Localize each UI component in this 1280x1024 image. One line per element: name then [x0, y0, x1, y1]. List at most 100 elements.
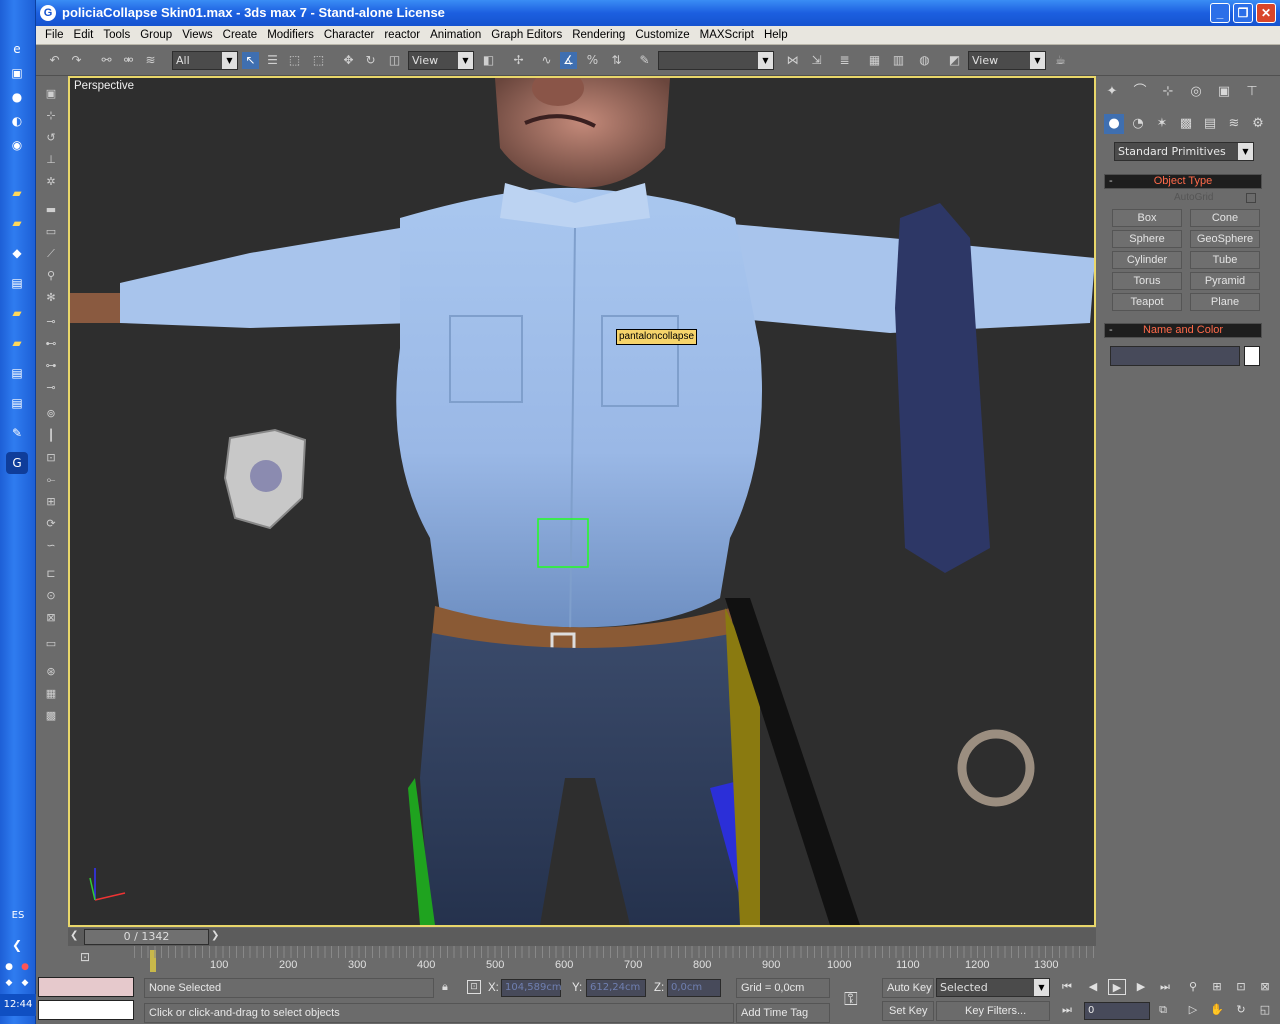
- geometry-icon[interactable]: ●: [1104, 114, 1124, 134]
- box-button[interactable]: Box: [1112, 209, 1182, 227]
- systems-icon[interactable]: ⚙: [1248, 114, 1268, 134]
- tool-icon[interactable]: ⟳: [42, 516, 60, 532]
- spacewarps-icon[interactable]: ≋: [1224, 114, 1244, 134]
- minimize-button[interactable]: _: [1210, 3, 1230, 23]
- tube-button[interactable]: Tube: [1190, 251, 1260, 269]
- firefox-icon[interactable]: ●: [6, 86, 28, 108]
- menu-modifiers[interactable]: Modifiers: [262, 26, 319, 45]
- close-button[interactable]: ✕: [1256, 3, 1276, 23]
- menu-edit[interactable]: Edit: [69, 26, 99, 45]
- tool-icon[interactable]: ⊷: [42, 336, 60, 352]
- tool-icon[interactable]: ▭: [42, 636, 60, 652]
- tool-icon[interactable]: ⊙: [42, 588, 60, 604]
- menu-graph-editors[interactable]: Graph Editors: [486, 26, 567, 45]
- mini-curve-icon[interactable]: ⊡: [80, 950, 90, 964]
- menu-rendering[interactable]: Rendering: [567, 26, 630, 45]
- rotate-icon[interactable]: ↻: [362, 52, 379, 69]
- current-frame-input[interactable]: 0: [1084, 1002, 1150, 1020]
- quick-render-icon[interactable]: ☕: [1052, 52, 1069, 69]
- document-icon[interactable]: ▤: [6, 272, 28, 294]
- tool-icon[interactable]: ⚲: [42, 268, 60, 284]
- menu-views[interactable]: Views: [177, 26, 217, 45]
- tool-icon[interactable]: ⊠: [42, 610, 60, 626]
- next-frame-icon[interactable]: ❯: [211, 930, 219, 941]
- next-frame-icon[interactable]: ▶: [1132, 979, 1150, 995]
- category-dropdown[interactable]: Standard Primitives ▼: [1114, 142, 1254, 161]
- menu-reactor[interactable]: reactor: [379, 26, 425, 45]
- tool-icon[interactable]: ⊡: [42, 450, 60, 466]
- create-tab-icon[interactable]: ✦: [1102, 82, 1122, 102]
- folder-icon[interactable]: ▰: [6, 182, 28, 204]
- rect-selection-icon[interactable]: ⬚: [286, 52, 303, 69]
- maximize-viewport-icon[interactable]: ◱: [1256, 1002, 1274, 1018]
- messenger-icon[interactable]: ◐: [6, 110, 28, 132]
- display-tab-icon[interactable]: ▣: [1214, 82, 1234, 102]
- render-type-dropdown[interactable]: View ▼: [968, 51, 1046, 70]
- tray-icon[interactable]: ◆: [20, 972, 30, 994]
- motion-tab-icon[interactable]: ◎: [1186, 82, 1206, 102]
- app-icon[interactable]: ◉: [6, 134, 28, 156]
- menu-customize[interactable]: Customize: [630, 26, 694, 45]
- menu-maxscript[interactable]: MAXScript: [695, 26, 759, 45]
- y-coordinate-input[interactable]: 612,24cm: [586, 979, 646, 997]
- key-filters-button[interactable]: Key Filters...: [936, 1001, 1050, 1021]
- object-name-input[interactable]: [1110, 346, 1240, 366]
- cone-button[interactable]: Cone: [1190, 209, 1260, 227]
- snap-icon[interactable]: ∿: [538, 52, 555, 69]
- add-time-tag-button[interactable]: Add Time Tag: [736, 1003, 830, 1023]
- field-of-view-icon[interactable]: ▷: [1184, 1002, 1202, 1018]
- viewport-label[interactable]: Perspective: [74, 80, 134, 92]
- tool-icon[interactable]: ∽: [42, 538, 60, 554]
- folder-icon[interactable]: ▰: [6, 212, 28, 234]
- maximize-button[interactable]: ❐: [1233, 3, 1253, 23]
- lock-icon[interactable]: 🔒︎: [442, 980, 448, 994]
- title-bar[interactable]: G policiaCollapse Skin01.max - 3ds max 7…: [36, 0, 1280, 26]
- ie-icon[interactable]: e: [6, 38, 28, 60]
- key-mode-toggle-icon[interactable]: ⏭: [1058, 1002, 1076, 1018]
- pyramid-button[interactable]: Pyramid: [1190, 272, 1260, 290]
- prev-frame-icon[interactable]: ❮: [70, 930, 78, 941]
- pan-icon[interactable]: ✋: [1208, 1002, 1226, 1018]
- maxscript-listener-white[interactable]: [38, 1000, 134, 1020]
- menu-character[interactable]: Character: [319, 26, 380, 45]
- window-icon[interactable]: ◆: [6, 242, 28, 264]
- tool-icon[interactable]: ⊶: [42, 358, 60, 374]
- zoom-all-icon[interactable]: ⊞: [1208, 979, 1226, 995]
- tool-icon[interactable]: ⟋: [42, 246, 60, 262]
- window-crossing-icon[interactable]: ⬚: [310, 52, 327, 69]
- tool-icon[interactable]: ▭: [42, 224, 60, 240]
- tool-icon[interactable]: ✲: [42, 174, 60, 190]
- spinner-snap-icon[interactable]: ⇅: [608, 52, 625, 69]
- tool-icon[interactable]: ✻: [42, 290, 60, 306]
- hierarchy-tab-icon[interactable]: ⊹: [1158, 82, 1178, 102]
- back-icon[interactable]: ❮: [6, 934, 28, 956]
- scale-icon[interactable]: ◫: [386, 52, 403, 69]
- auto-key-button[interactable]: Auto Key: [882, 978, 934, 998]
- percent-snap-icon[interactable]: %: [584, 52, 601, 69]
- 3dsmax-icon[interactable]: G: [6, 452, 28, 474]
- plane-button[interactable]: Plane: [1190, 293, 1260, 311]
- menu-create[interactable]: Create: [218, 26, 263, 45]
- x-coordinate-input[interactable]: 104,589cm: [501, 979, 562, 997]
- sphere-button[interactable]: Sphere: [1112, 230, 1182, 248]
- play-icon[interactable]: ▶: [1108, 979, 1126, 995]
- named-selection-icon[interactable]: ✎: [636, 52, 653, 69]
- menu-help[interactable]: Help: [759, 26, 793, 45]
- key-mode-dropdown[interactable]: Selected ▼: [936, 978, 1050, 997]
- move-icon[interactable]: ✥: [340, 52, 357, 69]
- select-object-icon[interactable]: ↖: [242, 52, 259, 69]
- lights-icon[interactable]: ✶: [1152, 114, 1172, 134]
- cameras-icon[interactable]: ▩: [1176, 114, 1196, 134]
- select-manipulate-icon[interactable]: ✢: [510, 52, 527, 69]
- utilities-tab-icon[interactable]: ⊤: [1242, 82, 1262, 102]
- object-type-rollout[interactable]: - Object Type: [1104, 174, 1262, 189]
- tool-icon[interactable]: ▦: [42, 686, 60, 702]
- tool-icon[interactable]: ⊛: [42, 664, 60, 680]
- tool-icon[interactable]: ⊥: [42, 152, 60, 168]
- time-config-icon[interactable]: ⧉: [1154, 1002, 1172, 1018]
- teapot-button[interactable]: Teapot: [1112, 293, 1182, 311]
- tool-icon[interactable]: ⊸: [42, 314, 60, 330]
- shapes-icon[interactable]: ◔: [1128, 114, 1148, 134]
- maxscript-listener-pink[interactable]: [38, 977, 134, 997]
- zoom-icon[interactable]: ⚲: [1184, 979, 1202, 995]
